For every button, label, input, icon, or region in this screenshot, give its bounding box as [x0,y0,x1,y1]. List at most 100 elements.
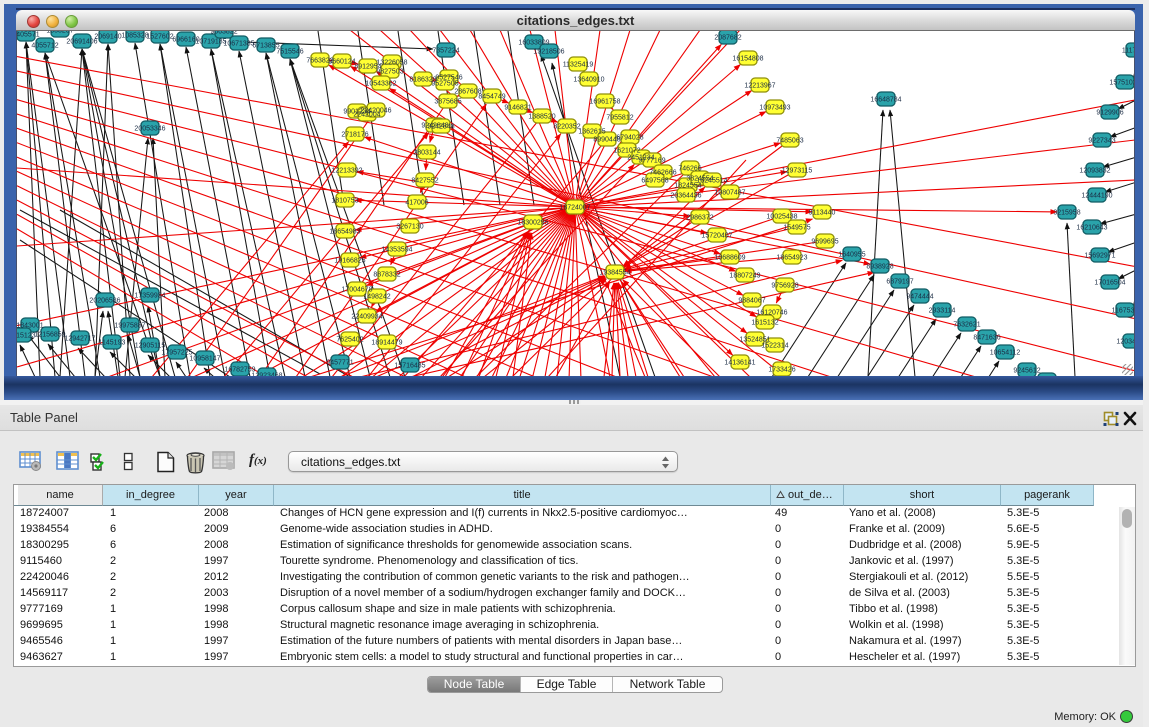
svg-text:1853287: 1853287 [46,31,73,35]
svg-text:18914479: 18914479 [371,340,402,347]
svg-text:1405571: 1405571 [17,32,40,39]
svg-text:2803144: 2803144 [413,150,440,157]
svg-text:10688609: 10688609 [714,255,745,262]
svg-text:18807249: 18807249 [729,273,760,280]
svg-text:15692971: 15692971 [1084,253,1115,260]
svg-text:1621072: 1621072 [613,148,640,155]
svg-text:1117205: 1117205 [1122,48,1134,55]
svg-text:2933114: 2933114 [929,308,956,315]
svg-text:10958147: 10958147 [189,356,220,363]
svg-text:7515546: 7515546 [276,49,303,56]
svg-text:8471636: 8471636 [973,335,1000,342]
svg-text:1733426: 1733426 [768,367,795,374]
svg-text:19218506: 19218506 [533,49,564,56]
svg-text:13640910: 13640910 [573,77,604,84]
svg-text:17957225: 17957225 [161,350,192,357]
svg-text:2087682: 2087682 [714,35,741,42]
svg-text:20691406: 20691406 [66,39,97,46]
svg-text:1810753: 1810753 [331,198,358,205]
svg-text:9777169: 9777169 [638,158,665,165]
svg-text:1085328: 1085328 [121,33,148,40]
svg-text:8220352: 8220352 [553,124,580,131]
svg-text:17359934: 17359934 [134,293,165,300]
svg-text:9129906: 9129906 [1096,110,1123,117]
svg-text:3215958: 3215958 [1053,210,1080,217]
svg-text:6497568: 6497568 [641,178,668,185]
svg-text:9457771: 9457771 [326,360,353,367]
svg-text:9227343: 9227343 [1088,138,1115,145]
svg-text:1498242: 1498242 [363,294,390,301]
svg-text:12156859: 12156859 [34,332,65,339]
svg-text:9474444: 9474444 [906,294,933,301]
svg-text:8660124: 8660124 [328,59,355,66]
svg-text:7357224: 7357224 [432,48,459,55]
svg-text:12093832: 12093832 [1079,168,1110,175]
svg-text:10807487: 10807487 [714,190,745,197]
svg-text:16120746: 16120746 [756,310,787,317]
svg-text:3267130: 3267130 [396,224,423,231]
svg-text:8878332: 8878332 [373,272,400,279]
svg-text:16154808: 16154808 [732,56,763,63]
svg-text:12034564: 12034564 [1116,339,1134,346]
svg-text:9756928: 9756928 [771,283,798,290]
svg-text:10543362: 10543362 [365,81,396,88]
svg-text:1549575: 1549575 [783,225,810,232]
svg-text:9884067: 9884067 [738,298,765,305]
svg-text:9113440: 9113440 [809,210,836,217]
svg-text:16648784: 16648784 [870,97,901,104]
svg-text:18300295: 18300295 [517,220,548,227]
svg-text:12213392: 12213392 [331,168,362,175]
svg-text:1640955: 1640955 [838,252,865,259]
svg-text:12923468: 12923468 [251,373,282,377]
svg-text:10719185: 10719185 [195,39,226,46]
svg-text:10671385: 10671385 [223,41,254,48]
svg-text:1843001: 1843001 [17,323,44,330]
svg-text:8427552: 8427552 [411,178,438,185]
svg-text:20053346: 20053346 [134,126,165,133]
svg-text:8454749: 8454749 [478,94,505,101]
svg-text:2986372: 2986372 [686,215,713,222]
svg-text:417006: 417006 [405,200,428,207]
svg-text:20364436: 20364436 [670,193,701,200]
svg-text:10025438: 10025438 [766,214,797,221]
svg-text:6794028: 6794028 [616,135,643,142]
svg-text:12905115: 12905115 [135,343,166,350]
svg-text:17004678: 17004678 [341,287,372,294]
svg-text:9663822: 9663822 [210,31,237,36]
svg-text:746266: 746266 [678,166,701,173]
svg-text:18654983: 18654983 [329,229,360,236]
svg-text:6879197: 6879197 [886,279,913,286]
svg-text:9245612: 9245612 [1013,368,1040,375]
svg-text:1145193: 1145193 [99,340,126,347]
svg-text:20206586: 20206586 [89,298,120,305]
svg-text:9242848: 9242848 [427,124,454,131]
svg-text:18245514: 18245514 [696,178,727,185]
svg-text:9699695: 9699695 [811,239,838,246]
svg-text:7955812: 7955812 [606,115,633,122]
svg-text:16210643: 16210643 [1076,225,1107,232]
svg-text:7632621: 7632621 [953,322,980,329]
svg-text:7625402: 7625402 [336,337,363,344]
svg-text:1527602: 1527602 [146,34,173,41]
svg-text:3915123: 3915123 [17,333,36,340]
svg-text:19384554: 19384554 [599,270,630,277]
svg-text:1522314: 1522314 [761,343,788,350]
svg-text:3875685: 3875685 [434,99,461,106]
svg-text:18654923: 18654923 [776,255,807,262]
svg-text:4055712: 4055712 [31,43,58,50]
svg-text:7462666: 7462666 [649,170,676,177]
svg-text:10973493: 10973493 [759,105,790,112]
svg-text:15720407: 15720407 [701,233,732,240]
svg-text:2718176: 2718176 [341,132,368,139]
svg-text:17016504: 17016504 [1094,280,1125,287]
svg-text:1167533: 1167533 [1112,308,1134,315]
svg-text:12444190: 12444190 [1081,193,1112,200]
svg-text:12942717: 12942717 [64,336,95,343]
svg-text:9527505: 9527505 [431,81,458,88]
svg-text:18724007: 18724007 [559,205,590,212]
svg-text:2069140: 2069140 [94,34,121,41]
svg-text:1615132: 1615132 [751,320,778,327]
svg-text:11325419: 11325419 [563,62,594,69]
svg-text:9827503: 9827503 [376,69,403,76]
svg-text:13226058: 13226058 [376,60,407,67]
